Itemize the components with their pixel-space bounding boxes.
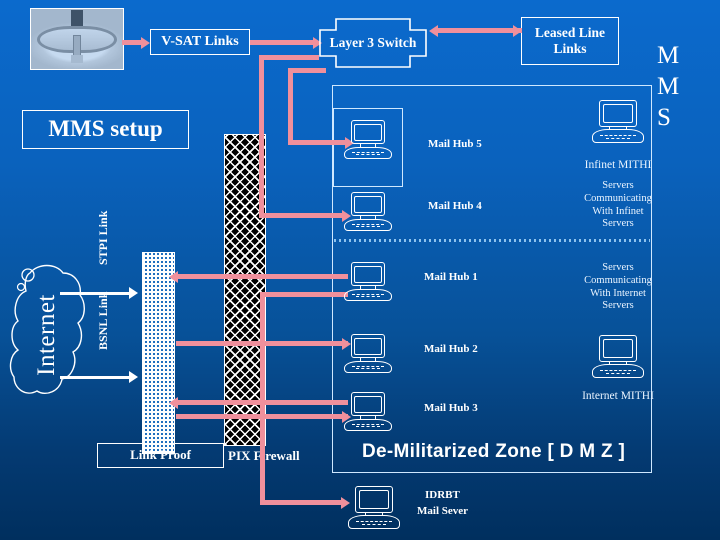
mailhub3-label: Mail Hub 3 [424,402,478,414]
mms-letter-3: S [657,104,671,131]
page-title: MMS setup [48,116,163,142]
flow-into-mailhub3 [176,414,348,419]
connector-leased-to-layer3-arrowhead [429,24,438,37]
internet-servers-note: Servers Communicating With Internet Serv… [552,262,684,313]
connector-dish-to-vsat [122,40,142,45]
connector-stpi-link-arrowhead [129,287,138,299]
idrbt-label-line2: Mail Sever [417,505,469,517]
trunk-layer3-right-vertical [288,68,293,141]
internet-cloud-label: Internet [33,294,60,376]
flow-into-mailhub2 [176,341,348,346]
trunk-layer3-left-top [259,55,319,60]
connector-vsat-to-layer3 [250,40,314,45]
flow-into-mailhub1 [260,292,348,297]
flow-mailhub3-out [178,400,348,405]
pc-icon-mailhub5 [344,120,392,162]
connector-to-mailhub5 [288,140,346,145]
internet-note-line-4: Servers [602,300,634,312]
mailhub5-label: Mail Hub 5 [428,138,482,150]
link-proof-label: Link Proof [130,447,191,463]
trunk-layer3-right-top [288,68,326,73]
bsnl-link-label: BSNL Link [96,291,110,350]
infinet-note-line-4: Servers [602,218,634,230]
pc-icon-mailhub3 [344,392,392,434]
flow-mailhub3-out-arrowhead [169,396,178,409]
mms-side-letters: M M S [657,40,679,133]
stpi-link-label: STPI Link [96,210,110,265]
vsat-links-box[interactable]: V-SAT Links [150,29,250,55]
layer3-switch-label: Layer 3 Switch [329,35,417,50]
mailhub2-label: Mail Hub 2 [424,343,478,355]
connector-to-mailhub4 [259,213,343,218]
satellite-dish-image [30,8,124,70]
internet-mithi-label: Internet MITHI [582,390,654,402]
pc-icon-infinet-mithi [592,100,644,146]
internet-note-line-1: Servers [602,262,634,273]
leased-line-label-1: Leased Line [534,25,606,41]
infinet-servers-note: Servers Communicating With Infinet Serve… [552,180,684,231]
internet-note-line-3: With Internet [590,287,646,299]
infinet-mithi-label: Infinet MITHI [584,159,652,171]
idrbt-label-line1: IDRBT [425,489,460,501]
connector-to-idrbt [260,500,342,505]
internet-note-line-2: Communicating [584,274,652,286]
leased-line-links-box[interactable]: Leased Line Links [521,17,619,65]
mailhub4-label: Mail Hub 4 [428,200,482,212]
page-title-box: MMS setup [22,110,189,149]
pc-icon-internet-mithi [592,335,644,381]
layer3-switch-box[interactable]: Layer 3 Switch [318,17,428,69]
trunk-layer3-left-vertical [259,55,264,218]
infinet-note-line-1: Servers [602,180,634,191]
connector-dish-to-vsat-arrowhead [141,36,150,49]
trunk-dmz-vertical [260,292,265,505]
pc-icon-idrbt-mail-server [348,486,400,532]
dmz-title: De-Militarized Zone [ D M Z ] [362,441,626,462]
pc-icon-mailhub4 [344,192,392,234]
mms-letter-1: M [657,42,680,69]
connector-leased-to-layer3 [438,28,522,33]
internet-cloud: Internet [8,255,86,415]
dmz-dotted-separator [334,239,650,242]
flow-mailhub1-out [178,274,348,279]
connector-stpi-link [60,292,130,295]
infinet-note-line-3: With Infinet [592,205,644,217]
mms-letter-2: M [657,73,680,100]
slide-canvas: V-SAT Links Layer 3 Switch Leased Line L… [0,0,720,540]
pc-icon-mailhub1 [344,262,392,304]
connector-bsnl-link [60,376,130,379]
infinet-note-line-2: Communicating [584,192,652,204]
leased-line-label-2: Links [553,41,587,56]
mailhub1-label: Mail Hub 1 [424,271,478,283]
link-proof-box: Link Proof [97,443,224,468]
connector-layer3-to-leased-arrowhead [513,24,522,37]
flow-mailhub1-out-arrowhead [169,270,178,283]
vsat-links-label: V-SAT Links [161,33,239,49]
pc-icon-mailhub2 [344,334,392,376]
connector-bsnl-link-arrowhead [129,371,138,383]
